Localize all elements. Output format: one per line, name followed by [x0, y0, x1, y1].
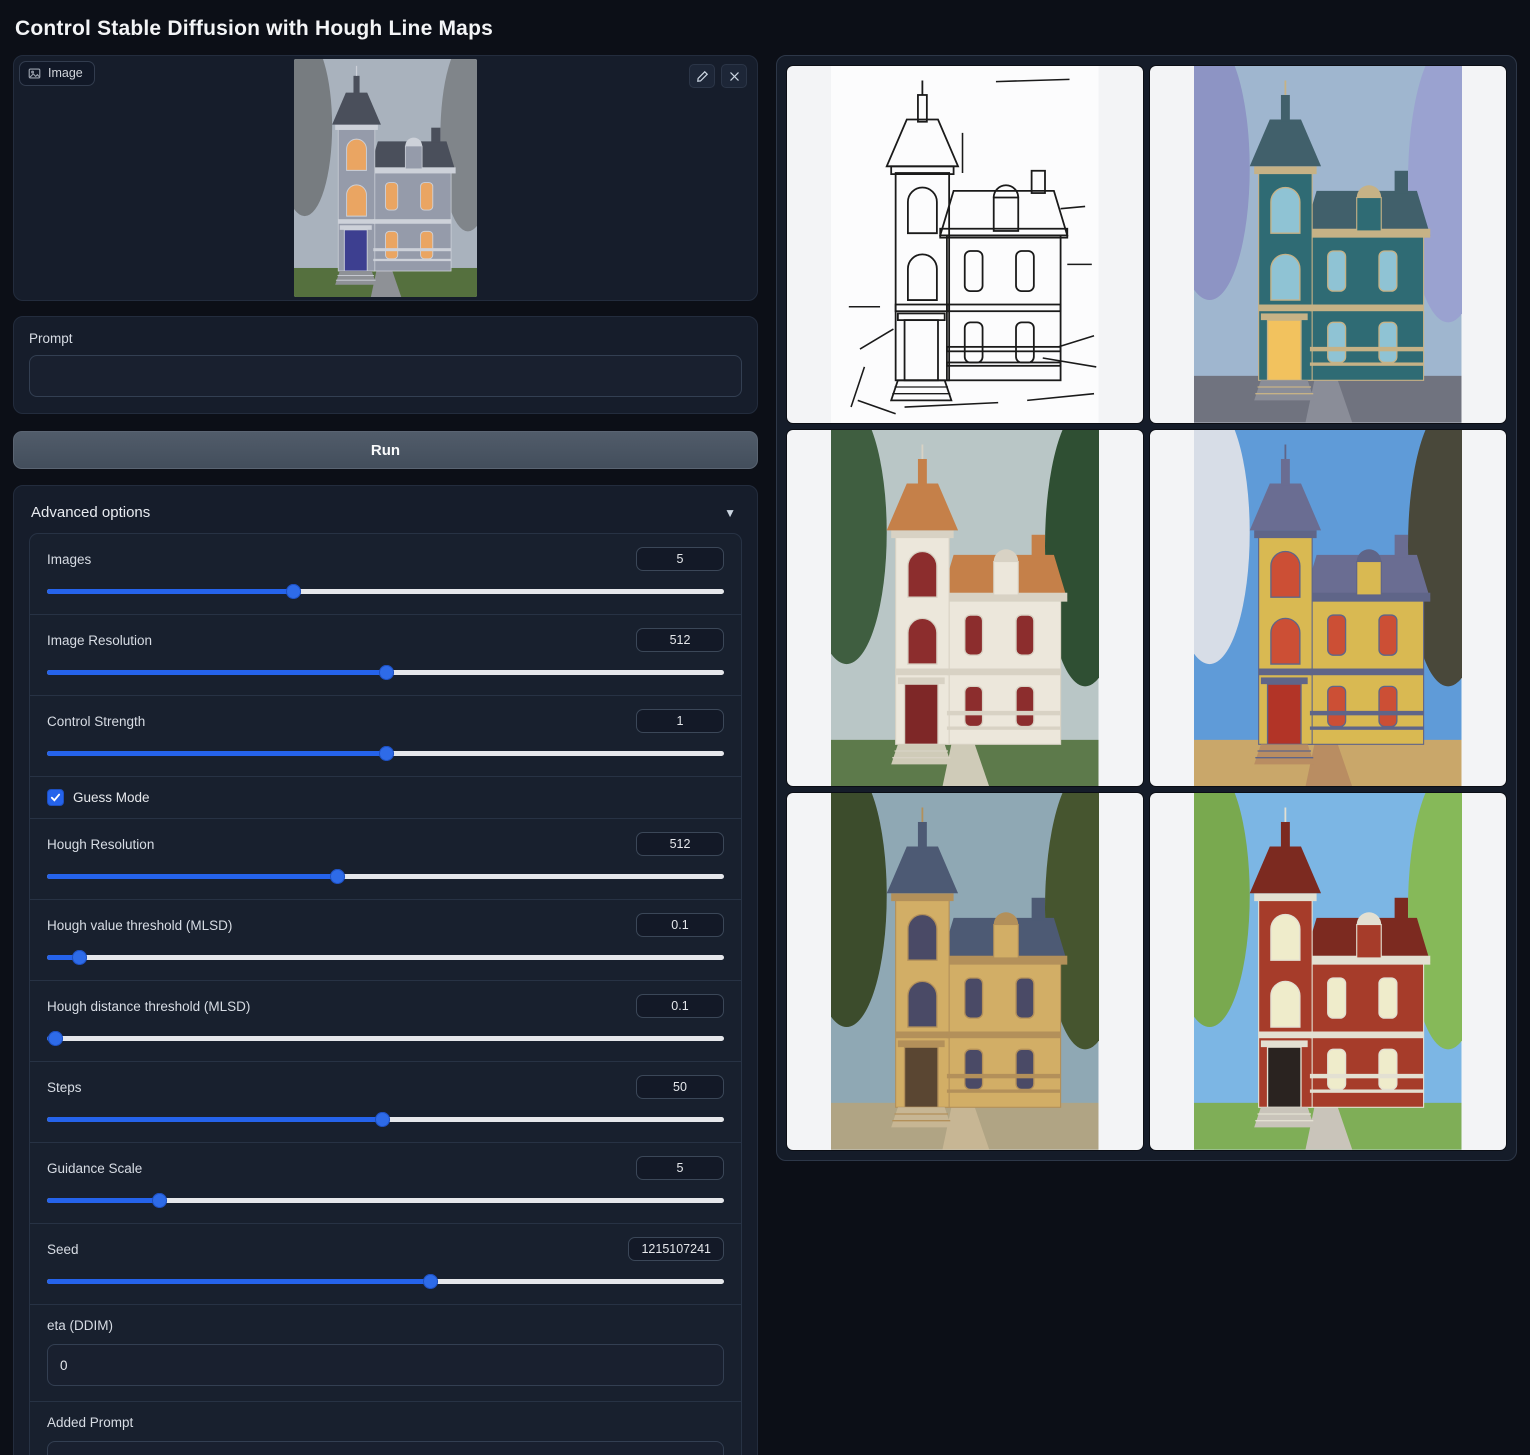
slider-row-images: Images 5	[30, 534, 741, 615]
gallery-item-generated-house-teal[interactable]	[1150, 66, 1506, 423]
advanced-options-header[interactable]: Advanced options ▼	[29, 499, 742, 533]
chevron-down-icon: ▼	[724, 506, 736, 520]
text-input-eta-ddim[interactable]	[47, 1344, 724, 1386]
slider-row-steps: Steps 50	[30, 1062, 741, 1143]
text-label-eta-ddim: eta (DDIM)	[47, 1318, 724, 1333]
slider-value-hough-distance-threshold-mlsd[interactable]: 0.1	[636, 994, 724, 1018]
slider-fill	[47, 1279, 430, 1284]
slider-fill	[47, 589, 293, 594]
check-icon	[50, 792, 61, 803]
gallery-item-hough-line-map[interactable]	[787, 66, 1143, 423]
slider-label-hough-resolution: Hough Resolution	[47, 837, 154, 852]
slider-row-guidance-scale: Guidance Scale 5	[30, 1143, 741, 1224]
slider-handle-guidance-scale[interactable]	[152, 1193, 167, 1208]
slider-handle-seed[interactable]	[423, 1274, 438, 1289]
edit-image-button[interactable]	[689, 64, 715, 88]
slider-hough-distance-threshold-mlsd[interactable]	[47, 1032, 724, 1046]
prompt-label: Prompt	[29, 331, 742, 346]
page-title: Control Stable Diffusion with Hough Line…	[15, 17, 1517, 41]
gallery-item-generated-house-red[interactable]	[1150, 793, 1506, 1150]
slider-label-hough-distance-threshold-mlsd: Hough distance threshold (MLSD)	[47, 999, 250, 1014]
slider-control-strength[interactable]	[47, 747, 724, 761]
prompt-field: Prompt	[13, 316, 758, 414]
slider-value-images[interactable]: 5	[636, 547, 724, 571]
gallery-item-generated-house-yellow[interactable]	[1150, 430, 1506, 787]
app: Control Stable Diffusion with Hough Line…	[0, 0, 1530, 1455]
slider-fill	[47, 751, 386, 756]
slider-label-images: Images	[47, 552, 91, 567]
slider-value-steps[interactable]: 50	[636, 1075, 724, 1099]
slider-label-steps: Steps	[47, 1080, 82, 1095]
image-icon	[28, 67, 41, 80]
slider-row-control-strength: Control Strength 1	[30, 696, 741, 777]
advanced-options-accordion: Advanced options ▼ Images 5 Image Resolu…	[13, 485, 758, 1455]
slider-track[interactable]	[47, 1036, 724, 1041]
checkbox-row-guess-mode[interactable]: Guess Mode	[30, 777, 741, 819]
slider-image-resolution[interactable]	[47, 666, 724, 680]
slider-label-seed: Seed	[47, 1242, 79, 1257]
slider-fill	[47, 1117, 382, 1122]
slider-fill	[47, 670, 386, 675]
slider-fill	[47, 1198, 159, 1203]
slider-row-seed: Seed 1215107241	[30, 1224, 741, 1305]
slider-steps[interactable]	[47, 1113, 724, 1127]
run-button[interactable]: Run	[13, 431, 758, 469]
slider-handle-hough-distance-threshold-mlsd[interactable]	[48, 1031, 63, 1046]
slider-guidance-scale[interactable]	[47, 1194, 724, 1208]
slider-row-hough-value-threshold-mlsd: Hough value threshold (MLSD) 0.1	[30, 900, 741, 981]
uploaded-image[interactable]	[294, 59, 477, 297]
pencil-icon	[696, 70, 709, 83]
image-label-text: Image	[48, 66, 83, 80]
slider-label-image-resolution: Image Resolution	[47, 633, 152, 648]
slider-label-hough-value-threshold-mlsd: Hough value threshold (MLSD)	[47, 918, 232, 933]
slider-row-hough-resolution: Hough Resolution 512	[30, 819, 741, 900]
text-input-added-prompt[interactable]	[47, 1441, 724, 1455]
slider-value-hough-value-threshold-mlsd[interactable]: 0.1	[636, 913, 724, 937]
checkbox-label: Guess Mode	[73, 790, 150, 805]
slider-images[interactable]	[47, 585, 724, 599]
slider-handle-image-resolution[interactable]	[379, 665, 394, 680]
slider-handle-hough-resolution[interactable]	[330, 869, 345, 884]
slider-value-image-resolution[interactable]: 512	[636, 628, 724, 652]
slider-handle-hough-value-threshold-mlsd[interactable]	[72, 950, 87, 965]
slider-handle-steps[interactable]	[375, 1112, 390, 1127]
slider-hough-value-threshold-mlsd[interactable]	[47, 951, 724, 965]
slider-value-control-strength[interactable]: 1	[636, 709, 724, 733]
slider-label-guidance-scale: Guidance Scale	[47, 1161, 142, 1176]
slider-row-hough-distance-threshold-mlsd: Hough distance threshold (MLSD) 0.1	[30, 981, 741, 1062]
slider-seed[interactable]	[47, 1275, 724, 1289]
gallery-item-generated-house-white[interactable]	[787, 430, 1143, 787]
text-label-added-prompt: Added Prompt	[47, 1415, 724, 1430]
advanced-options-body: Images 5 Image Resolution 512 Control St…	[29, 533, 742, 1455]
text-row-eta-ddim: eta (DDIM)	[30, 1305, 741, 1402]
text-row-added-prompt: Added Prompt	[30, 1402, 741, 1455]
slider-hough-resolution[interactable]	[47, 870, 724, 884]
input-image-panel[interactable]: Image	[13, 55, 758, 301]
slider-label-control-strength: Control Strength	[47, 714, 145, 729]
checkbox-guess-mode[interactable]	[47, 789, 64, 806]
slider-value-guidance-scale[interactable]: 5	[636, 1156, 724, 1180]
clear-image-button[interactable]	[721, 64, 747, 88]
result-gallery	[776, 55, 1517, 1161]
close-icon	[728, 70, 741, 83]
prompt-input[interactable]	[29, 355, 742, 397]
slider-value-hough-resolution[interactable]: 512	[636, 832, 724, 856]
slider-fill	[47, 874, 337, 879]
slider-handle-images[interactable]	[286, 584, 301, 599]
slider-row-image-resolution: Image Resolution 512	[30, 615, 741, 696]
gallery-item-generated-house-gold[interactable]	[787, 793, 1143, 1150]
slider-track[interactable]	[47, 955, 724, 960]
slider-value-seed[interactable]: 1215107241	[628, 1237, 724, 1261]
slider-handle-control-strength[interactable]	[379, 746, 394, 761]
advanced-options-title: Advanced options	[31, 504, 150, 521]
image-component-label: Image	[19, 61, 95, 86]
